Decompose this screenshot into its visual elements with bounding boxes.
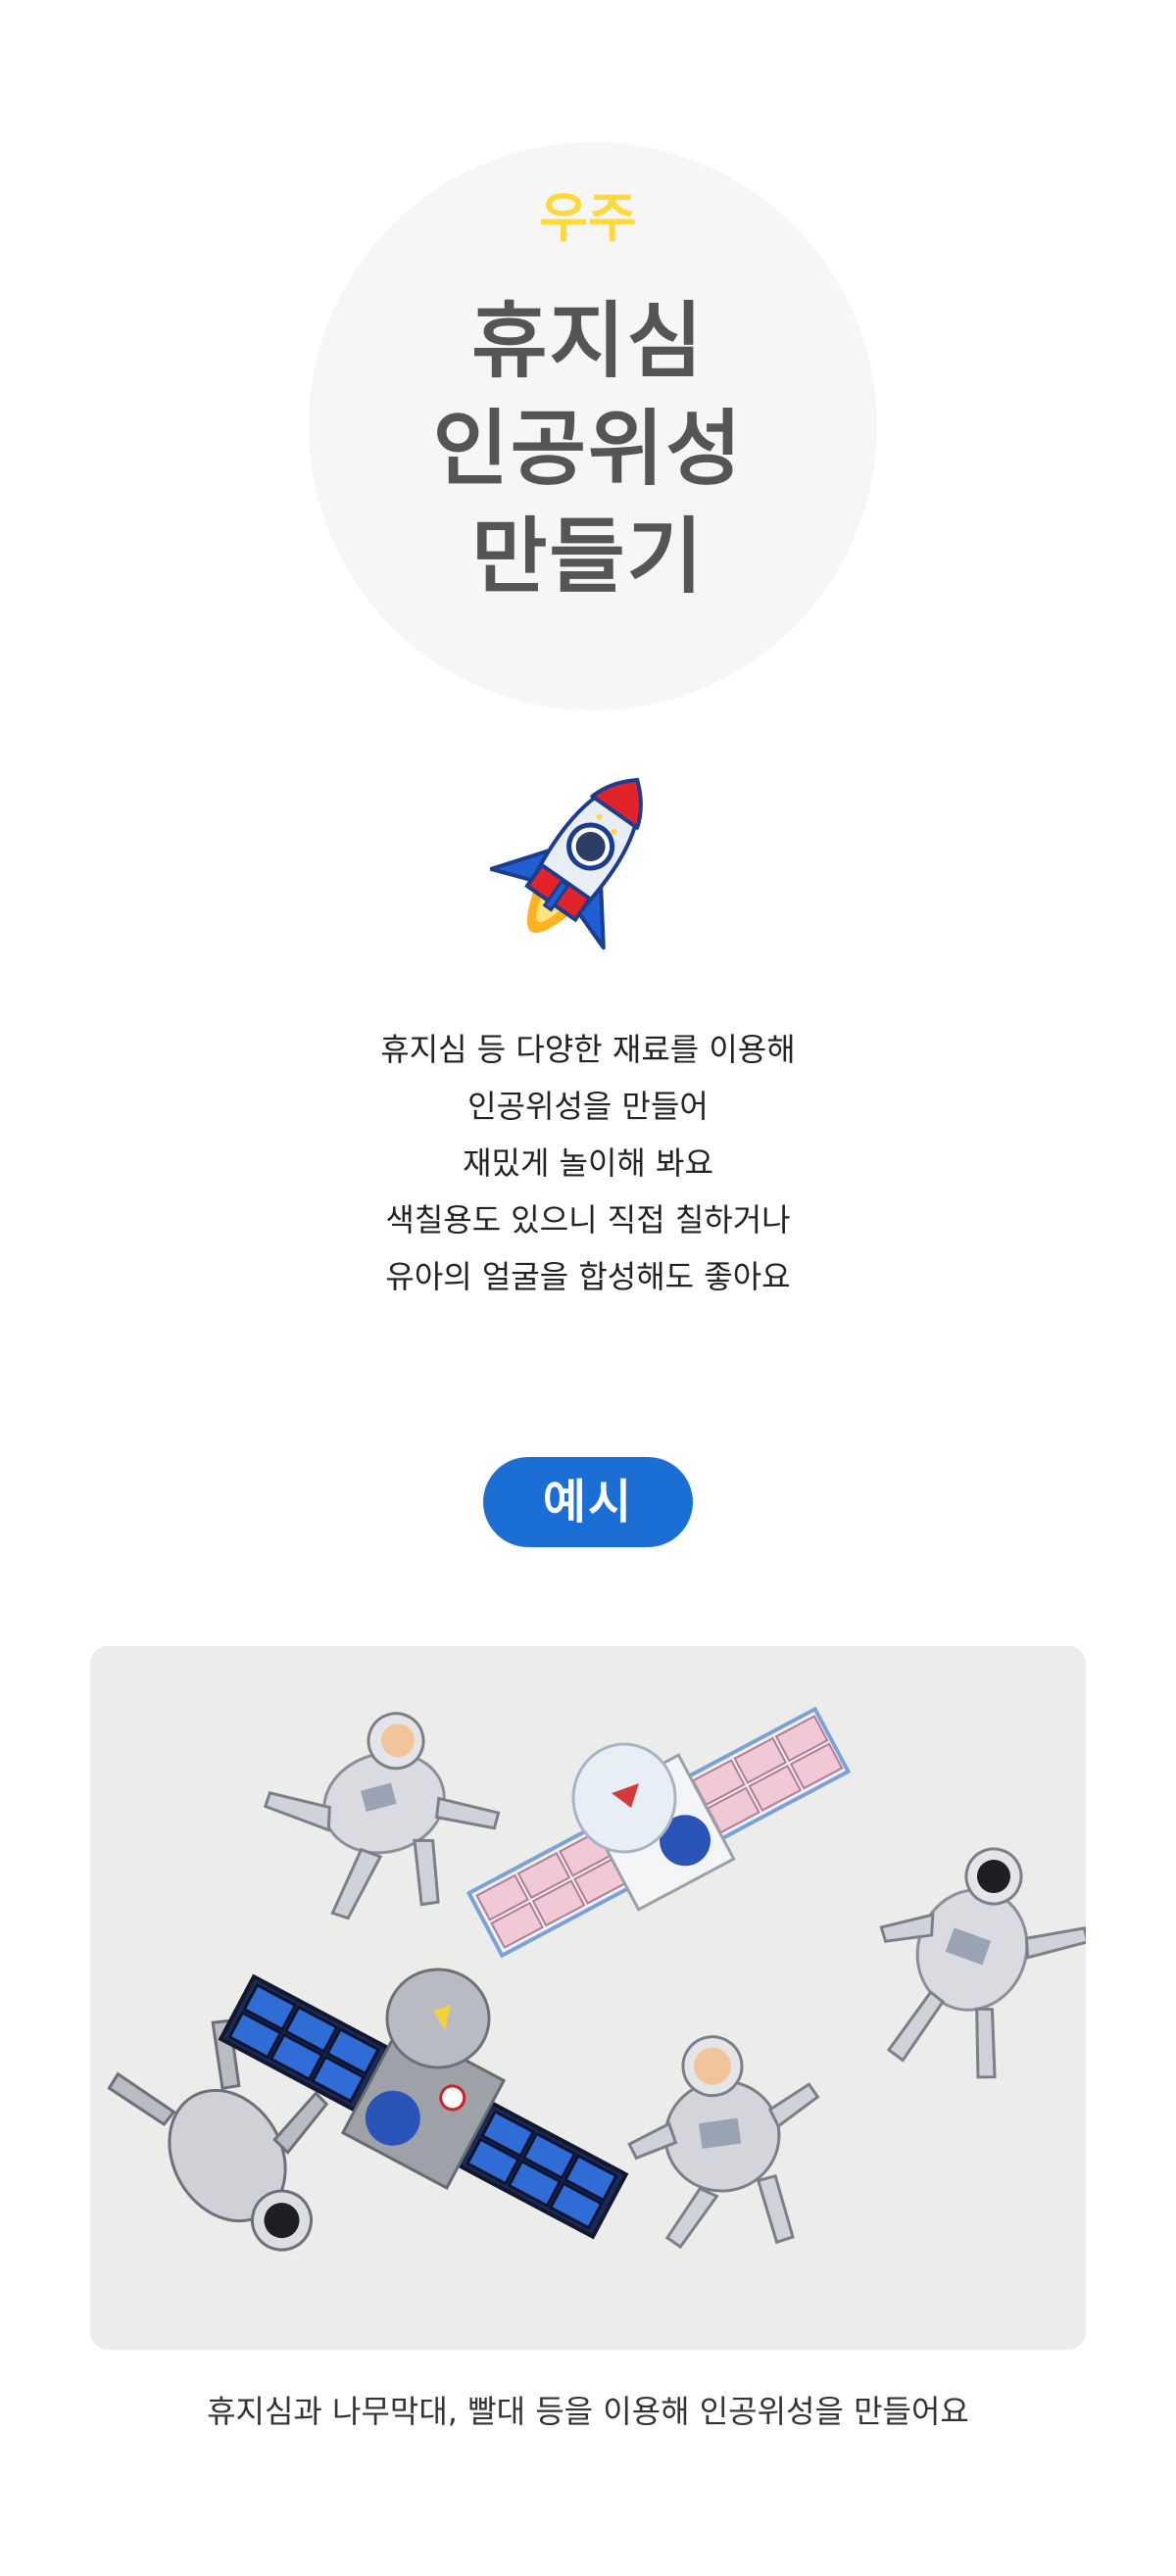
title-line-3: 만들기 — [471, 509, 705, 605]
photo-caption: 휴지심과 나무막대, 빨대 등을 이용해 인공위성을 만들어요 — [207, 2393, 969, 2430]
satellite-dish-white — [571, 1742, 677, 1854]
description: 휴지심 등 다양한 재료를 이용해 인공위성을 만들어 재밌게 놀이해 봐요 색… — [0, 1021, 1176, 1305]
description-line: 재밌게 놀이해 봐요 — [463, 1144, 713, 1182]
category-label: 우주 — [539, 187, 637, 249]
example-badge: 예시 — [483, 1457, 693, 1547]
satellite-dish-gray — [385, 1968, 491, 2069]
description-line: 유아의 얼굴을 합성해도 좋아요 — [385, 1258, 791, 1295]
description-line: 휴지심 등 다양한 재료를 이용해 — [380, 1031, 796, 1068]
description-line: 색칠용도 있으니 직접 칠하거나 — [385, 1201, 791, 1239]
title-line-2: 인공위성 — [432, 401, 744, 497]
example-photo — [90, 1646, 1086, 2350]
rocket-icon — [490, 777, 643, 950]
title-line-1: 휴지심 — [471, 293, 705, 389]
description-line: 인공위성을 만들어 — [467, 1088, 709, 1125]
